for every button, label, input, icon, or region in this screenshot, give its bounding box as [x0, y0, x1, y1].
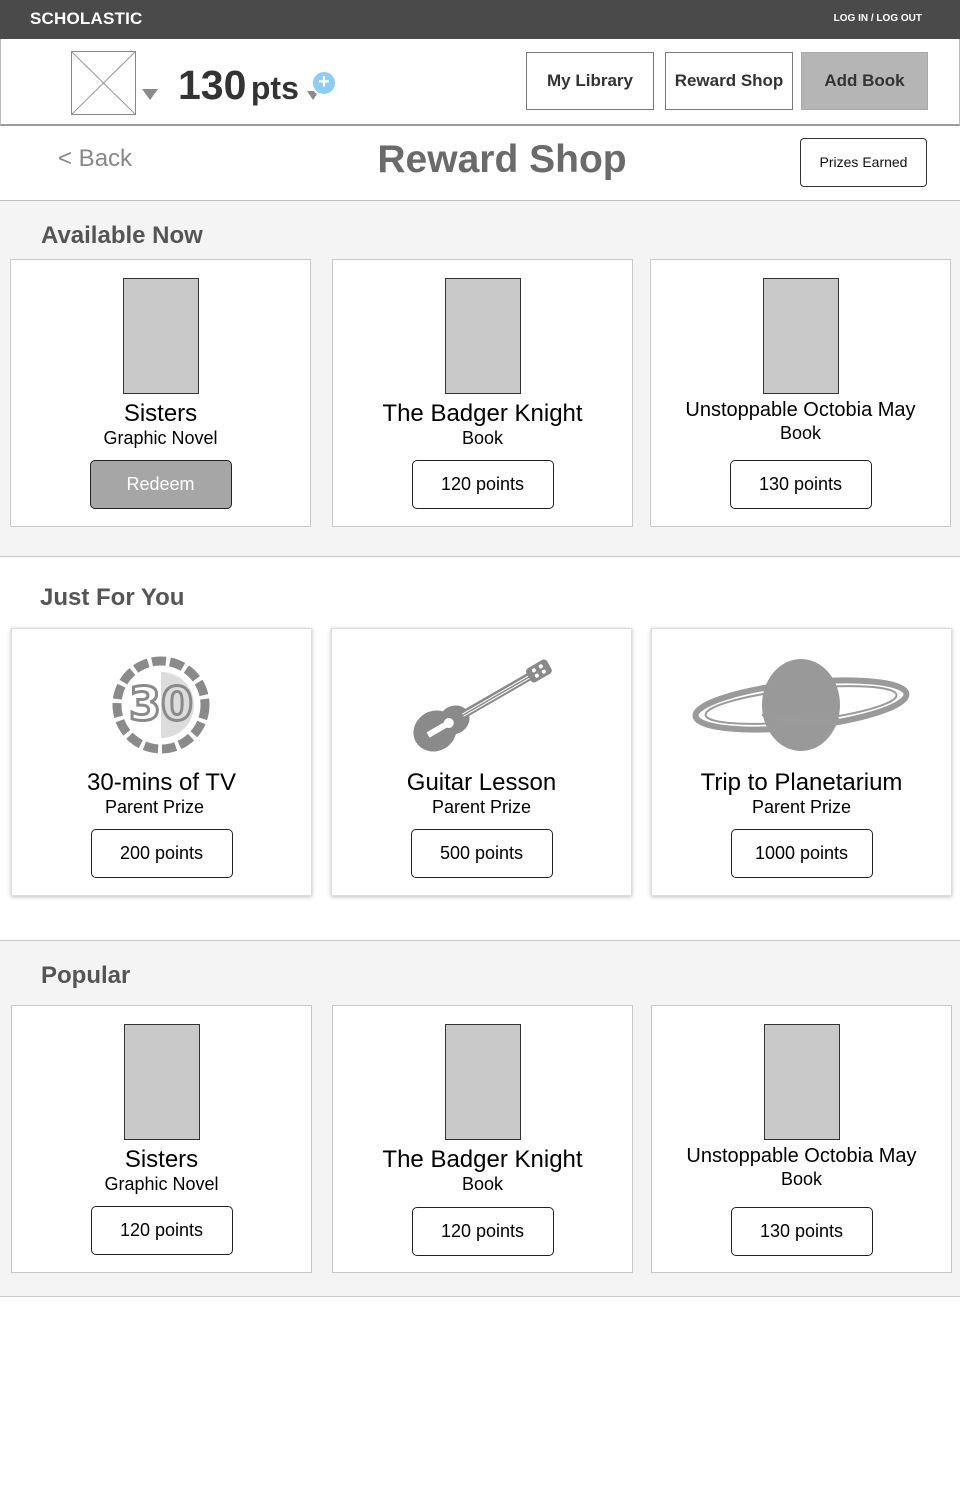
book-cover: [763, 1024, 840, 1140]
title-bar: < Back Reward Shop Prizes Earned: [0, 126, 960, 201]
reward-subtitle: Graphic Novel: [103, 428, 218, 448]
top-bar: SCHOLASTIC LOG IN / LOG OUT: [0, 0, 960, 39]
reward-subtitle: Book: [780, 1169, 823, 1189]
book-cover: [123, 1024, 200, 1140]
reward-title: Unstoppable Octobia May: [686, 1145, 917, 1167]
user-header: 130 pts + My Library Reward Shop Add Boo…: [0, 39, 960, 126]
reward-subtitle: Book: [779, 423, 822, 443]
reward-title: The Badger Knight: [382, 400, 583, 427]
add-points-icon[interactable]: +: [311, 70, 337, 96]
points-button[interactable]: 1000 points: [730, 829, 873, 878]
reward-title: 30-mins of TV: [87, 769, 236, 796]
reward-subtitle: Book: [461, 428, 504, 448]
points-display: 130 pts: [178, 65, 299, 106]
reward-title: Guitar Lesson: [406, 769, 557, 796]
points-button[interactable]: 200 points: [90, 829, 233, 878]
guitar-icon: [332, 647, 631, 757]
prizes-earned-button[interactable]: Prizes Earned: [800, 138, 927, 187]
reward-card[interactable]: Guitar Lesson Parent Prize 500 points: [331, 628, 632, 896]
reward-card[interactable]: Unstoppable Octobia May Book 130 points: [651, 1005, 952, 1273]
book-cover: [762, 278, 839, 394]
reward-title: Sisters: [124, 1146, 199, 1173]
planet-icon: [652, 647, 951, 757]
points-button[interactable]: 130 points: [730, 1207, 873, 1256]
tv-timer-icon: 30: [12, 647, 311, 757]
reward-card[interactable]: Sisters Graphic Novel 120 points: [11, 1005, 312, 1273]
brand-logo: SCHOLASTIC: [30, 9, 143, 28]
section-title: Just For You: [40, 584, 185, 611]
add-book-button[interactable]: Add Book: [801, 52, 928, 110]
reward-subtitle: Parent Prize: [751, 797, 852, 817]
section-title: Popular: [41, 962, 131, 989]
redeem-button[interactable]: Redeem: [89, 460, 232, 509]
book-cover: [122, 278, 199, 394]
reward-shop-button[interactable]: Reward Shop: [665, 52, 793, 110]
points-button[interactable]: 500 points: [410, 829, 553, 878]
points-button[interactable]: 120 points: [411, 460, 554, 509]
popular-section: Popular Sisters Graphic Novel 120 points…: [0, 941, 960, 1297]
reward-card[interactable]: Unstoppable Octobia May Book 130 points: [650, 259, 951, 527]
reward-title: Trip to Planetarium: [700, 769, 903, 796]
avatar-dropdown-icon[interactable]: [142, 89, 158, 100]
reward-card[interactable]: Sisters Graphic Novel Redeem: [10, 259, 311, 527]
reward-card[interactable]: 30 30-mins of TV Parent Prize 200 points: [11, 628, 312, 896]
book-cover: [444, 1024, 521, 1140]
points-value: 130: [178, 62, 247, 108]
reward-subtitle: Graphic Novel: [104, 1174, 219, 1194]
login-logout-link[interactable]: LOG IN / LOG OUT: [834, 13, 922, 24]
reward-card[interactable]: Trip to Planetarium Parent Prize 1000 po…: [651, 628, 952, 896]
points-button[interactable]: 120 points: [90, 1206, 233, 1255]
just-for-you-section: Just For You 30 30-mins of TV Parent Pri…: [0, 557, 960, 941]
reward-subtitle: Parent Prize: [104, 797, 205, 817]
reward-subtitle: Book: [461, 1174, 504, 1194]
reward-title: Sisters: [123, 400, 198, 427]
section-title: Available Now: [41, 222, 203, 249]
reward-subtitle: Parent Prize: [431, 797, 532, 817]
avatar[interactable]: [71, 51, 136, 115]
my-library-button[interactable]: My Library: [526, 52, 654, 110]
image-placeholder-icon: [72, 52, 135, 114]
book-cover: [444, 278, 521, 394]
reward-title: The Badger Knight: [382, 1146, 583, 1173]
points-button[interactable]: 120 points: [411, 1207, 554, 1256]
svg-text:30: 30: [129, 677, 193, 731]
available-now-section: Available Now Sisters Graphic Novel Rede…: [0, 201, 960, 557]
points-button[interactable]: 130 points: [729, 460, 872, 509]
reward-title: Unstoppable Octobia May: [685, 399, 916, 421]
reward-card[interactable]: The Badger Knight Book 120 points: [332, 259, 633, 527]
reward-card[interactable]: The Badger Knight Book 120 points: [332, 1005, 633, 1273]
points-unit: pts: [250, 70, 299, 106]
